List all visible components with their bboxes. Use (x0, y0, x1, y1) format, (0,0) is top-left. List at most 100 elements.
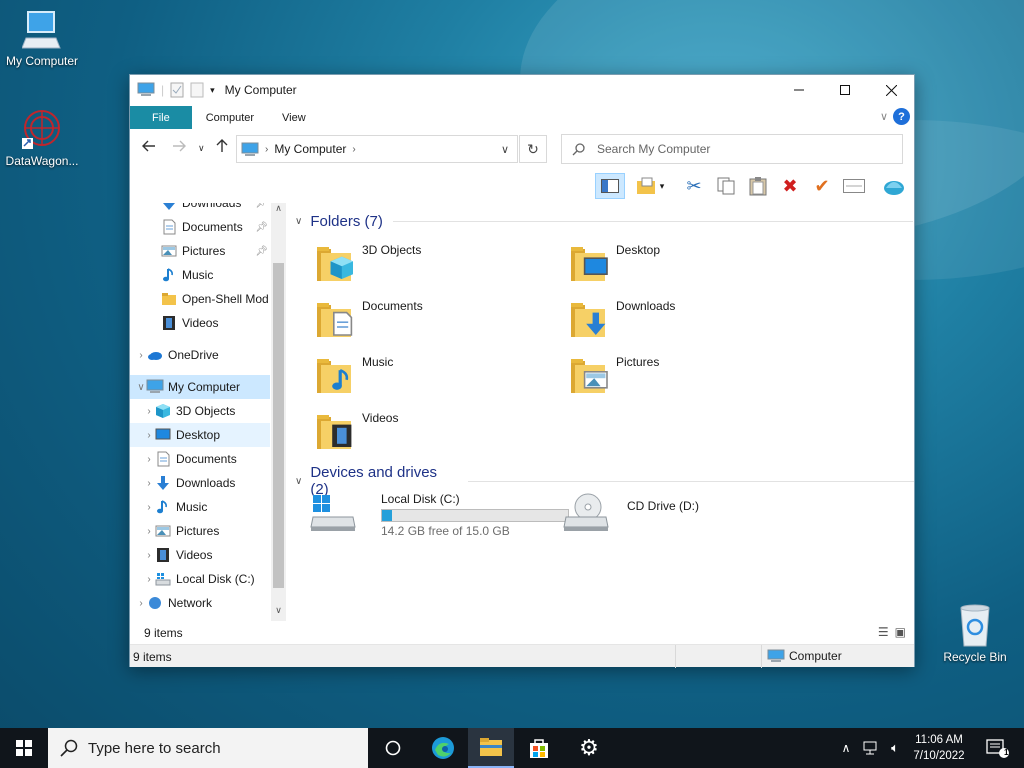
properties-icon[interactable] (170, 82, 184, 98)
music-note-icon (154, 499, 172, 515)
breadcrumb-chevron-icon[interactable]: › (352, 144, 355, 155)
large-icons-view-icon[interactable]: ▣ (895, 625, 906, 639)
pin-icon[interactable]: 📌︎ (255, 203, 268, 209)
edge-browser-button[interactable] (420, 728, 466, 768)
chevron-right-icon[interactable]: › (144, 430, 154, 441)
group-header-folders[interactable]: ∨ Folders (7) (295, 213, 913, 230)
tab-file[interactable]: File (130, 106, 192, 129)
sidebar-item-documents[interactable]: › Documents (130, 447, 270, 471)
task-view-button[interactable] (370, 728, 416, 768)
folder-pictures[interactable]: Pictures (541, 351, 781, 399)
scroll-down-icon[interactable]: ∨ (271, 605, 286, 616)
volume-tray-button[interactable]: 🔈︎ (884, 728, 906, 768)
taskbar-clock[interactable]: 11:06 AM 7/10/2022 (910, 732, 968, 764)
sidebar-item-desktop[interactable]: › Desktop (130, 423, 270, 447)
open-shell-button[interactable] (881, 173, 907, 199)
folder-label: Pictures (616, 355, 660, 369)
sidebar-item-pictures[interactable]: Pictures 📌︎ (130, 239, 270, 263)
taskbar-search-box[interactable]: Type here to search (48, 728, 368, 768)
sidebar-item-downloads[interactable]: › Downloads (130, 471, 270, 495)
folder-3d-objects[interactable]: 3D Objects (287, 239, 527, 287)
desktop-icon-my-computer[interactable]: My Computer (0, 8, 84, 68)
document-folder-icon (315, 297, 359, 341)
chevron-right-icon[interactable]: › (144, 478, 154, 489)
delete-button[interactable]: ✖ (777, 173, 803, 199)
address-bar[interactable]: › My Computer › ∨ (236, 135, 518, 163)
minimize-button[interactable] (776, 75, 822, 105)
chevron-right-icon[interactable]: › (144, 406, 154, 417)
scrollbar-thumb[interactable] (273, 263, 284, 588)
cut-button[interactable]: ✂ (681, 173, 707, 199)
sidebar-item-3d-objects[interactable]: › 3D Objects (130, 399, 270, 423)
sidebar-item-videos[interactable]: Videos (130, 311, 270, 335)
sidebar-item-onedrive[interactable]: › OneDrive (130, 343, 270, 367)
back-arrow-icon (142, 140, 155, 152)
network-tray-button[interactable] (860, 728, 882, 768)
chevron-right-icon[interactable]: › (144, 454, 154, 465)
forward-button[interactable] (172, 139, 186, 157)
folder-music[interactable]: Music (287, 351, 527, 399)
sidebar-item-my-computer[interactable]: ∨ My Computer (130, 375, 270, 399)
sidebar-item-downloads[interactable]: Downloads 📌︎ (130, 203, 270, 215)
refresh-button[interactable]: ↻ (519, 135, 547, 163)
show-hidden-icons-button[interactable]: ∧ (836, 728, 856, 768)
email-button[interactable] (841, 173, 867, 199)
paste-button[interactable] (745, 173, 771, 199)
folder-options-dropdown[interactable]: ▾ (657, 173, 667, 199)
sidebar-item-music[interactable]: › Music (130, 495, 270, 519)
copy-button[interactable] (713, 173, 739, 199)
search-box[interactable]: Search My Computer (561, 134, 903, 164)
recent-locations-button[interactable]: ∨ (198, 143, 205, 154)
scroll-up-icon[interactable]: ∧ (271, 203, 286, 214)
chevron-right-icon[interactable]: › (136, 598, 146, 609)
store-bag-icon (530, 739, 548, 758)
close-button[interactable] (868, 75, 914, 105)
settings-button[interactable]: ⚙ (566, 728, 612, 768)
sidebar-item-label: Open-Shell Mod (182, 292, 269, 306)
chevron-right-icon[interactable]: › (144, 502, 154, 513)
folder-videos[interactable]: Videos (287, 407, 527, 455)
navigation-pane-button[interactable] (595, 173, 625, 199)
chevron-right-icon[interactable]: › (144, 526, 154, 537)
maximize-button[interactable] (822, 75, 868, 105)
chevron-right-icon[interactable]: › (136, 350, 146, 361)
sidebar-item-pictures[interactable]: › Pictures (130, 519, 270, 543)
action-center-button[interactable]: 1 (978, 728, 1018, 768)
folder-documents[interactable]: Documents (287, 295, 527, 343)
folder-downloads[interactable]: Downloads (541, 295, 781, 343)
drive-local-disk-c[interactable]: Local Disk (C:) 14.2 GB free of 15.0 GB (307, 489, 577, 538)
customize-quick-access-icon[interactable]: ▾ (210, 85, 215, 96)
chevron-right-icon[interactable]: › (144, 574, 154, 585)
drive-cd-d[interactable]: CD Drive (D:) (562, 489, 762, 537)
file-explorer-taskbar-button[interactable] (468, 728, 514, 768)
back-button[interactable] (142, 139, 156, 157)
sidebar-item-documents[interactable]: Documents 📌︎ (130, 215, 270, 239)
pin-icon[interactable]: 📌︎ (255, 222, 268, 233)
chevron-down-icon[interactable]: ∨ (136, 382, 146, 393)
chevron-right-icon[interactable]: › (144, 550, 154, 561)
address-dropdown-icon[interactable]: ∨ (501, 143, 509, 156)
expand-ribbon-icon[interactable]: ∨ (880, 110, 888, 123)
tab-computer[interactable]: Computer (192, 106, 268, 129)
sidebar-item-videos[interactable]: › Videos (130, 543, 270, 567)
desktop-icon-datawagon[interactable]: DataWagon... (0, 108, 84, 168)
details-view-icon[interactable]: ☰ (878, 625, 889, 639)
sidebar-item-music[interactable]: Music (130, 263, 270, 287)
sidebar-item-open-shell-mod[interactable]: Open-Shell Mod (130, 287, 270, 311)
tab-view[interactable]: View (268, 106, 320, 129)
desktop-icon (154, 427, 172, 443)
pin-icon[interactable]: 📌︎ (255, 246, 268, 257)
sidebar-item-local-disk-c[interactable]: › Local Disk (C:) (130, 567, 270, 591)
navigation-pane-scrollbar[interactable]: ∧ ∨ (271, 203, 286, 621)
up-button[interactable] (216, 139, 228, 158)
desktop-icon-recycle-bin[interactable]: Recycle Bin (933, 602, 1017, 664)
new-folder-icon[interactable] (190, 82, 204, 98)
breadcrumb-my-computer[interactable]: My Computer (274, 142, 346, 156)
sidebar-item-network[interactable]: › Network (130, 591, 270, 615)
folder-desktop[interactable]: Desktop (541, 239, 781, 287)
properties-button[interactable]: ✔ (809, 173, 835, 199)
store-button[interactable] (516, 728, 562, 768)
help-button[interactable]: ? (893, 108, 910, 125)
start-button[interactable] (0, 728, 48, 768)
folder-options-button[interactable] (633, 173, 659, 199)
